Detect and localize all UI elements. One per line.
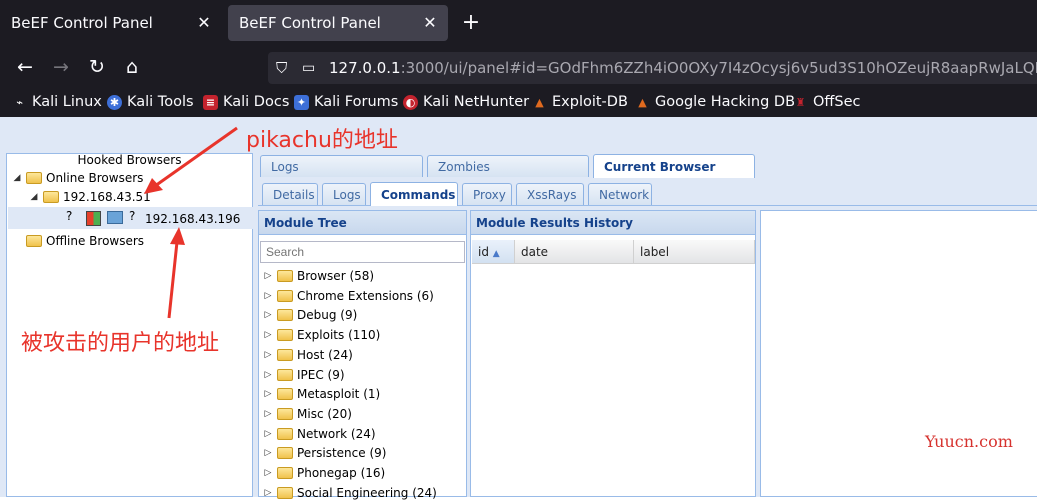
annotation-arrows: [144, 126, 238, 319]
annotation-victim: 被攻击的用户的地址: [21, 331, 220, 356]
annotation-pikachu: pikachu的地址: [246, 128, 398, 153]
arrowhead-hooked-ip: [170, 227, 185, 245]
arrow-to-ip-folder: [154, 126, 238, 188]
watermark: Yuucn.com: [925, 432, 1013, 451]
arrow-to-hooked-ip: [167, 241, 179, 319]
arrowhead-ip-folder: [144, 178, 163, 194]
